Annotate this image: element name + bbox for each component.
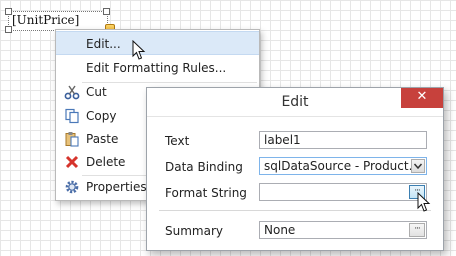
summary-ellipsis-button[interactable]: ···	[409, 223, 425, 237]
dialog-separator	[159, 210, 431, 211]
mouse-pointer-icon	[132, 40, 146, 60]
menu-item-edit-formatting-rules[interactable]: Edit Formatting Rules...	[56, 56, 259, 80]
scissors-icon	[64, 84, 80, 100]
menu-item-label: Edit Formatting Rules...	[86, 61, 227, 75]
paste-icon	[64, 131, 80, 147]
dropdown-button[interactable]	[411, 159, 425, 173]
report-label-control[interactable]: [UnitPrice]	[8, 11, 115, 35]
menu-item-label: Cut	[86, 85, 107, 99]
resize-handle-top-left[interactable]	[5, 8, 12, 15]
summary-value: None	[264, 223, 296, 237]
data-binding-value: sqlDataSource - Product...	[264, 159, 421, 173]
delete-x-icon	[64, 154, 80, 170]
chevron-down-icon	[413, 163, 423, 170]
dialog-title: Edit	[281, 94, 309, 110]
text-field-value: label1	[264, 133, 301, 147]
close-icon: ✕	[416, 89, 428, 104]
gear-icon	[64, 179, 80, 195]
menu-item-edit[interactable]: Edit...	[56, 31, 259, 55]
data-binding-label: Data Binding	[165, 160, 243, 174]
summary-label: Summary	[165, 224, 223, 238]
menu-item-label: Delete	[86, 155, 126, 169]
menu-item-label: Paste	[86, 132, 119, 146]
dialog-title-bar[interactable]: Edit	[147, 88, 443, 117]
menu-item-label: Properties	[86, 180, 147, 194]
resize-handle-top-right[interactable]	[103, 8, 110, 15]
format-string-label: Format String	[165, 186, 247, 200]
report-label-text: [UnitPrice]	[12, 13, 80, 27]
format-string-field[interactable]: ···	[259, 183, 427, 201]
summary-field[interactable]: None ···	[259, 221, 427, 239]
copy-icon	[64, 108, 80, 124]
mouse-pointer-icon	[417, 192, 431, 212]
text-label: Text	[165, 134, 190, 148]
data-binding-combo[interactable]: sqlDataSource - Product...	[259, 157, 427, 175]
text-field[interactable]: label1	[259, 131, 427, 149]
edit-dialog: Edit ✕ Text label1 Data Binding sqlDataS…	[146, 87, 444, 251]
close-button[interactable]: ✕	[401, 88, 443, 108]
menu-item-label: Copy	[86, 109, 117, 123]
menu-item-label: Edit...	[86, 37, 121, 51]
resize-handle-bottom-left[interactable]	[5, 26, 12, 33]
